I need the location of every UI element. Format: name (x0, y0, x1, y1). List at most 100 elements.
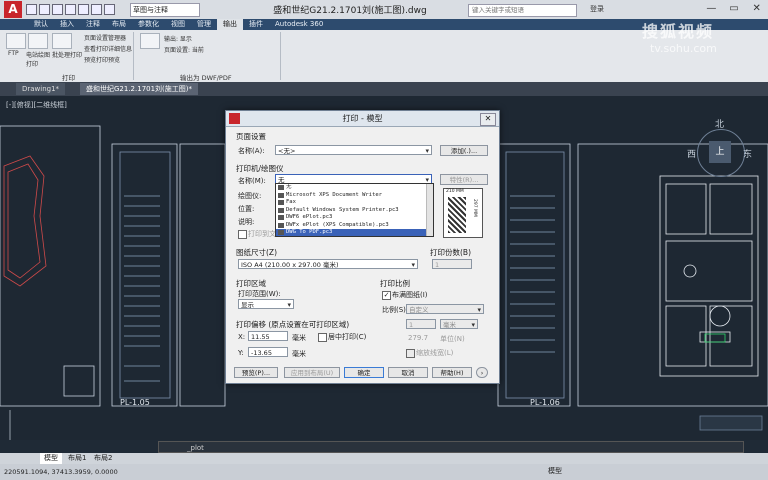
description-label: 说明: (238, 218, 255, 226)
copies-input[interactable]: 1 (432, 259, 472, 269)
tab-output[interactable]: 输出 (217, 19, 243, 30)
document-tabs: Drawing1* 盛和世纪G21.2.1701刘(施工图)* (0, 82, 768, 96)
offset-y-unit: 毫米 (292, 350, 306, 358)
page-setup-manager-button[interactable]: 页面设置管理器 (84, 33, 126, 42)
plot-area-select[interactable]: 显示 (238, 299, 294, 310)
ribbon-divider (133, 32, 134, 80)
tab-view[interactable]: 视图 (165, 19, 191, 30)
tab-plugins[interactable]: 插件 (243, 19, 269, 30)
scale-lineweights-checkbox[interactable] (406, 349, 415, 358)
scale-label: 比例(S): (382, 306, 409, 314)
export-display-select[interactable]: 输出: 显示 (164, 34, 192, 43)
page-setup-name-select[interactable]: <无> (275, 145, 432, 156)
page-setup-select[interactable]: 页面设置: 当前 (164, 45, 204, 54)
scale-unit-select[interactable]: 毫米 (440, 319, 478, 330)
layout-tab-model[interactable]: 模型 (40, 453, 62, 464)
new-icon[interactable] (26, 4, 37, 15)
plot-icon[interactable] (28, 33, 48, 49)
scale-numerator-input[interactable]: 1 (406, 319, 436, 329)
printer-dropdown-list[interactable]: 无 Microsoft XPS Document Writer Fax Defa… (275, 183, 434, 237)
scale-select[interactable]: 自定义 (406, 304, 484, 315)
workspace-select[interactable]: 草图与注释 (130, 3, 200, 17)
ftp-icon[interactable] (6, 33, 26, 49)
print-to-file-checkbox[interactable] (238, 230, 247, 239)
tab-parametric[interactable]: 参数化 (132, 19, 165, 30)
model-space-button[interactable]: 模型 (548, 466, 562, 476)
expand-options-icon[interactable]: › (476, 367, 488, 378)
view-plot-details-button[interactable]: 查看打印详细信息 (84, 44, 132, 53)
document-title: 盛和世纪G21.2.1701刘(施工图).dwg (273, 6, 427, 16)
command-line[interactable]: _plot (158, 441, 744, 453)
doc-tab-drawing1[interactable]: Drawing1* (16, 83, 66, 95)
viewcube[interactable]: 上 北 西 东 (685, 117, 755, 187)
offset-x-input[interactable]: 11.55 (248, 331, 288, 341)
tab-default[interactable]: 默认 (28, 19, 54, 30)
tab-autodesk-360[interactable]: Autodesk 360 (269, 19, 329, 30)
cancel-button[interactable]: 取消 (388, 367, 428, 378)
ok-button[interactable]: 确定 (344, 367, 384, 378)
plot-dialog: 打印 - 模型 ✕ 页面设置 名称(A): <无> 添加(.)... 打印机/绘… (225, 110, 500, 384)
minimize-button[interactable]: — (700, 0, 723, 18)
viewcube-top-face[interactable]: 上 (709, 141, 731, 163)
compass-west[interactable]: 西 (687, 147, 696, 160)
redo-icon[interactable] (104, 4, 115, 15)
maximize-button[interactable]: ▭ (723, 0, 746, 18)
layout-tab-1[interactable]: 布局1 (64, 453, 90, 464)
scale-lineweights-label: 缩放线宽(L) (416, 349, 454, 357)
preview-button[interactable]: 预览(P)... (234, 367, 278, 378)
tab-insert[interactable]: 插入 (54, 19, 80, 30)
layout-tabs: 模型 布局1 布局2 (0, 453, 768, 464)
batch-plot-icon[interactable] (52, 33, 72, 49)
printer-option-selected[interactable]: DWG To PDF.pc3 (276, 229, 433, 236)
save-as-icon[interactable] (65, 4, 76, 15)
add-page-setup-button[interactable]: 添加(.)... (440, 145, 488, 156)
save-icon[interactable] (52, 4, 63, 15)
layout-tab-2[interactable]: 布局2 (90, 453, 116, 464)
compass-north[interactable]: 北 (715, 117, 724, 130)
dropdown-scrollbar[interactable] (426, 184, 433, 236)
scale-denominator: 279.7 (408, 334, 429, 342)
center-plot-checkbox[interactable] (318, 333, 327, 342)
compass-east[interactable]: 东 (743, 147, 752, 160)
doc-tab-current[interactable]: 盛和世纪G21.2.1701刘(施工图)* (80, 83, 199, 95)
dialog-close-button[interactable]: ✕ (480, 113, 496, 126)
preview-print-area (448, 197, 466, 233)
coordinates-readout: 220591.1094, 37413.3959, 0.0000 (4, 468, 118, 476)
export-icon[interactable] (140, 33, 160, 49)
printer-option[interactable]: Microsoft XPS Document Writer (276, 192, 433, 200)
autocad-logo-icon[interactable]: A (4, 1, 22, 18)
printer-properties-button[interactable]: 特性(R)... (440, 174, 488, 185)
preview-button[interactable]: 预览打印预览 (84, 55, 120, 64)
page-setup-name-label: 名称(A): (238, 147, 265, 155)
dialog-title-bar[interactable]: 打印 - 模型 ✕ (226, 111, 499, 127)
print-icon[interactable] (78, 4, 89, 15)
printer-option[interactable]: Default Windows System Printer.pc3 (276, 207, 433, 215)
login-link[interactable]: 登录 (590, 4, 604, 14)
plot-offset-section: 打印偏移 (原点设置在可打印区域) (236, 320, 350, 329)
printer-option[interactable]: DWF6 ePlot.pc3 (276, 214, 433, 222)
offset-y-input[interactable]: -13.65 (248, 347, 288, 357)
viewport-label[interactable]: [-][俯视][二维线框] (6, 100, 67, 110)
open-icon[interactable] (39, 4, 50, 15)
fit-to-paper-label: 布满图纸(I) (392, 291, 428, 299)
fit-to-paper-checkbox[interactable]: ✓ (382, 291, 391, 300)
printer-option[interactable]: 无 (276, 184, 433, 192)
offset-y-label: Y: (238, 349, 244, 357)
tab-annotate[interactable]: 注释 (80, 19, 106, 30)
offset-x-label: X: (238, 333, 246, 341)
tab-layout[interactable]: 布局 (106, 19, 132, 30)
printer-option[interactable]: DWFx ePlot (XPS Compatible).pc3 (276, 222, 433, 230)
printer-option[interactable]: Fax (276, 199, 433, 207)
printer-section: 打印机/绘图仪 (236, 164, 284, 173)
ftp-label: FTP (8, 50, 19, 57)
paper-size-select[interactable]: ISO A4 (210.00 x 297.00 毫米) (238, 259, 418, 270)
center-plot-label: 居中打印(C) (328, 333, 367, 341)
dialog-title: 打印 - 模型 (342, 114, 383, 123)
search-input[interactable]: 键入关键字或短语 (468, 4, 577, 17)
close-button[interactable]: ✕ (745, 0, 768, 18)
undo-icon[interactable] (91, 4, 102, 15)
tab-manage[interactable]: 管理 (191, 19, 217, 30)
export-group-label: 输出为 DWF/PDF (180, 74, 232, 82)
apply-to-layout-button[interactable]: 应用到布局(U) (284, 367, 340, 378)
help-button[interactable]: 帮助(H) (432, 367, 472, 378)
